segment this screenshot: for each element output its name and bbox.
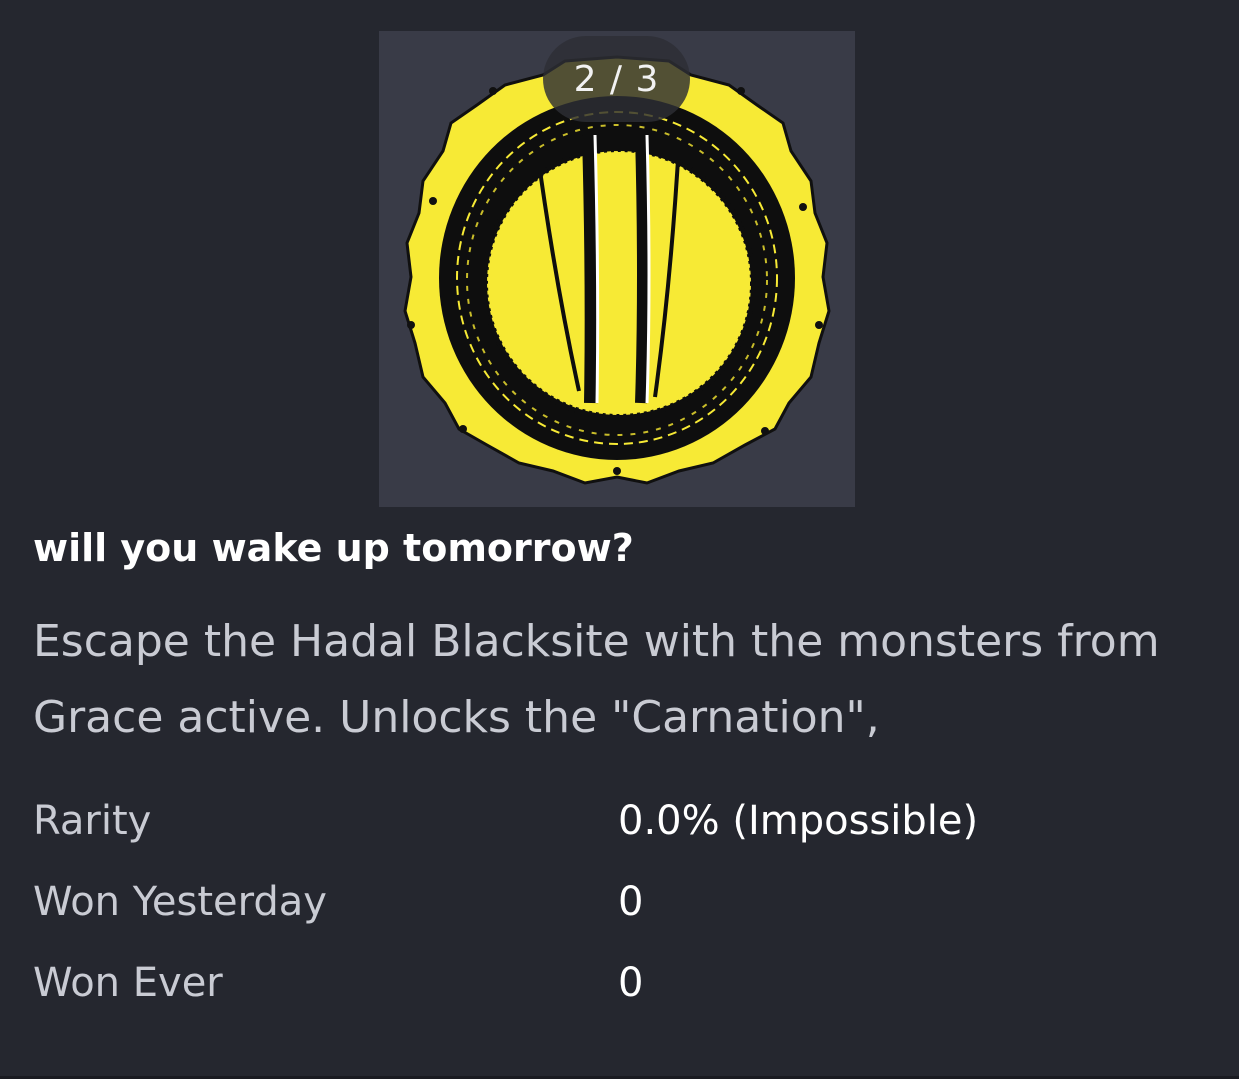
badge-inner-core [487,151,751,415]
stat-label: Won Ever [33,960,223,1006]
stat-value: 0.0% (Impossible) [618,798,979,844]
badge-title: will you wake up tomorrow? [33,526,634,570]
stat-row-rarity: Rarity 0.0% (Impossible) [33,790,1203,871]
image-pager-counter: 2 / 3 [543,36,690,122]
pager-text: 2 / 3 [573,58,660,100]
stat-value: 0 [618,879,644,925]
stat-row-won-ever: Won Ever 0 [33,952,1203,1033]
badge-description: Escape the Hadal Blacksite with the mons… [33,616,1160,743]
stat-row-won-yesterday: Won Yesterday 0 [33,871,1203,952]
stat-label: Won Yesterday [33,879,327,925]
stat-label: Rarity [33,798,152,844]
stat-value: 0 [618,960,644,1006]
badge-stats-table: Rarity 0.0% (Impossible) Won Yesterday 0… [33,790,1203,1033]
